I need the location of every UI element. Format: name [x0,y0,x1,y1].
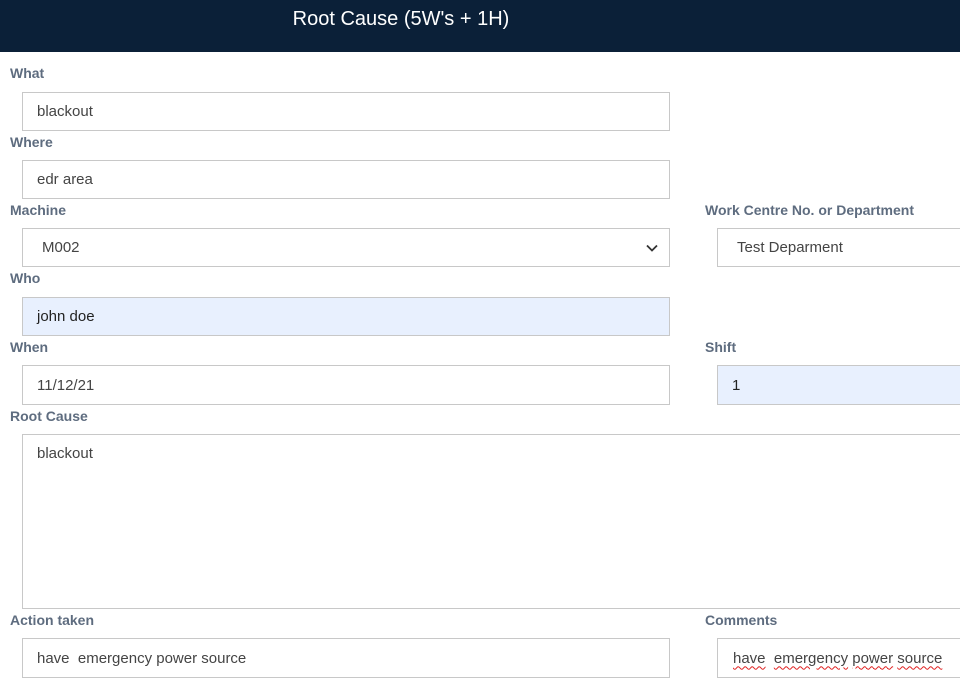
shift-input[interactable]: 1 [717,365,960,405]
comments-word: source [897,649,943,667]
who-label: Who [10,270,41,286]
work-centre-value: Test Deparment [737,239,843,256]
who-input[interactable]: john doe [22,297,670,336]
when-value: 11/12/21 [37,376,95,394]
root-cause-form-page: Root Cause (5W's + 1H) What blackout Whe… [0,0,960,678]
comments-word: have [733,649,766,667]
action-taken-input[interactable]: have emergency power source [22,638,670,678]
chevron-down-icon [645,241,659,255]
what-value: blackout [37,103,93,120]
comments-word: emergency [773,649,849,667]
when-input[interactable]: 11/12/21 [22,365,670,405]
shift-label: Shift [705,339,737,355]
comments-value: have emergency power source [733,650,942,667]
comments-input[interactable]: have emergency power source [717,638,960,678]
when-label: When [10,339,49,355]
shift-value: 1 [732,376,741,394]
machine-select[interactable]: M002 [22,228,670,267]
root-cause-value: blackout [37,445,93,462]
what-label: What [10,65,45,81]
action-taken-label: Action taken [10,612,95,628]
where-label: Where [10,134,53,150]
where-input[interactable]: edr area [22,160,670,199]
what-input[interactable]: blackout [22,92,670,131]
root-cause-label: Root Cause [10,408,88,424]
header-bar: Root Cause (5W's + 1H) [0,0,960,52]
page-title: Root Cause (5W's + 1H) [292,8,510,30]
where-value: edr area [37,171,93,188]
work-centre-label: Work Centre No. or Department [705,202,914,218]
who-value: john doe [37,308,95,325]
comments-word: power [852,649,894,667]
comments-label: Comments [705,612,778,628]
machine-value: M002 [42,239,80,256]
work-centre-input[interactable]: Test Deparment [717,228,960,267]
root-cause-textarea[interactable]: blackout [22,434,960,609]
action-taken-value: have emergency power source [37,649,247,667]
machine-label: Machine [10,202,67,218]
